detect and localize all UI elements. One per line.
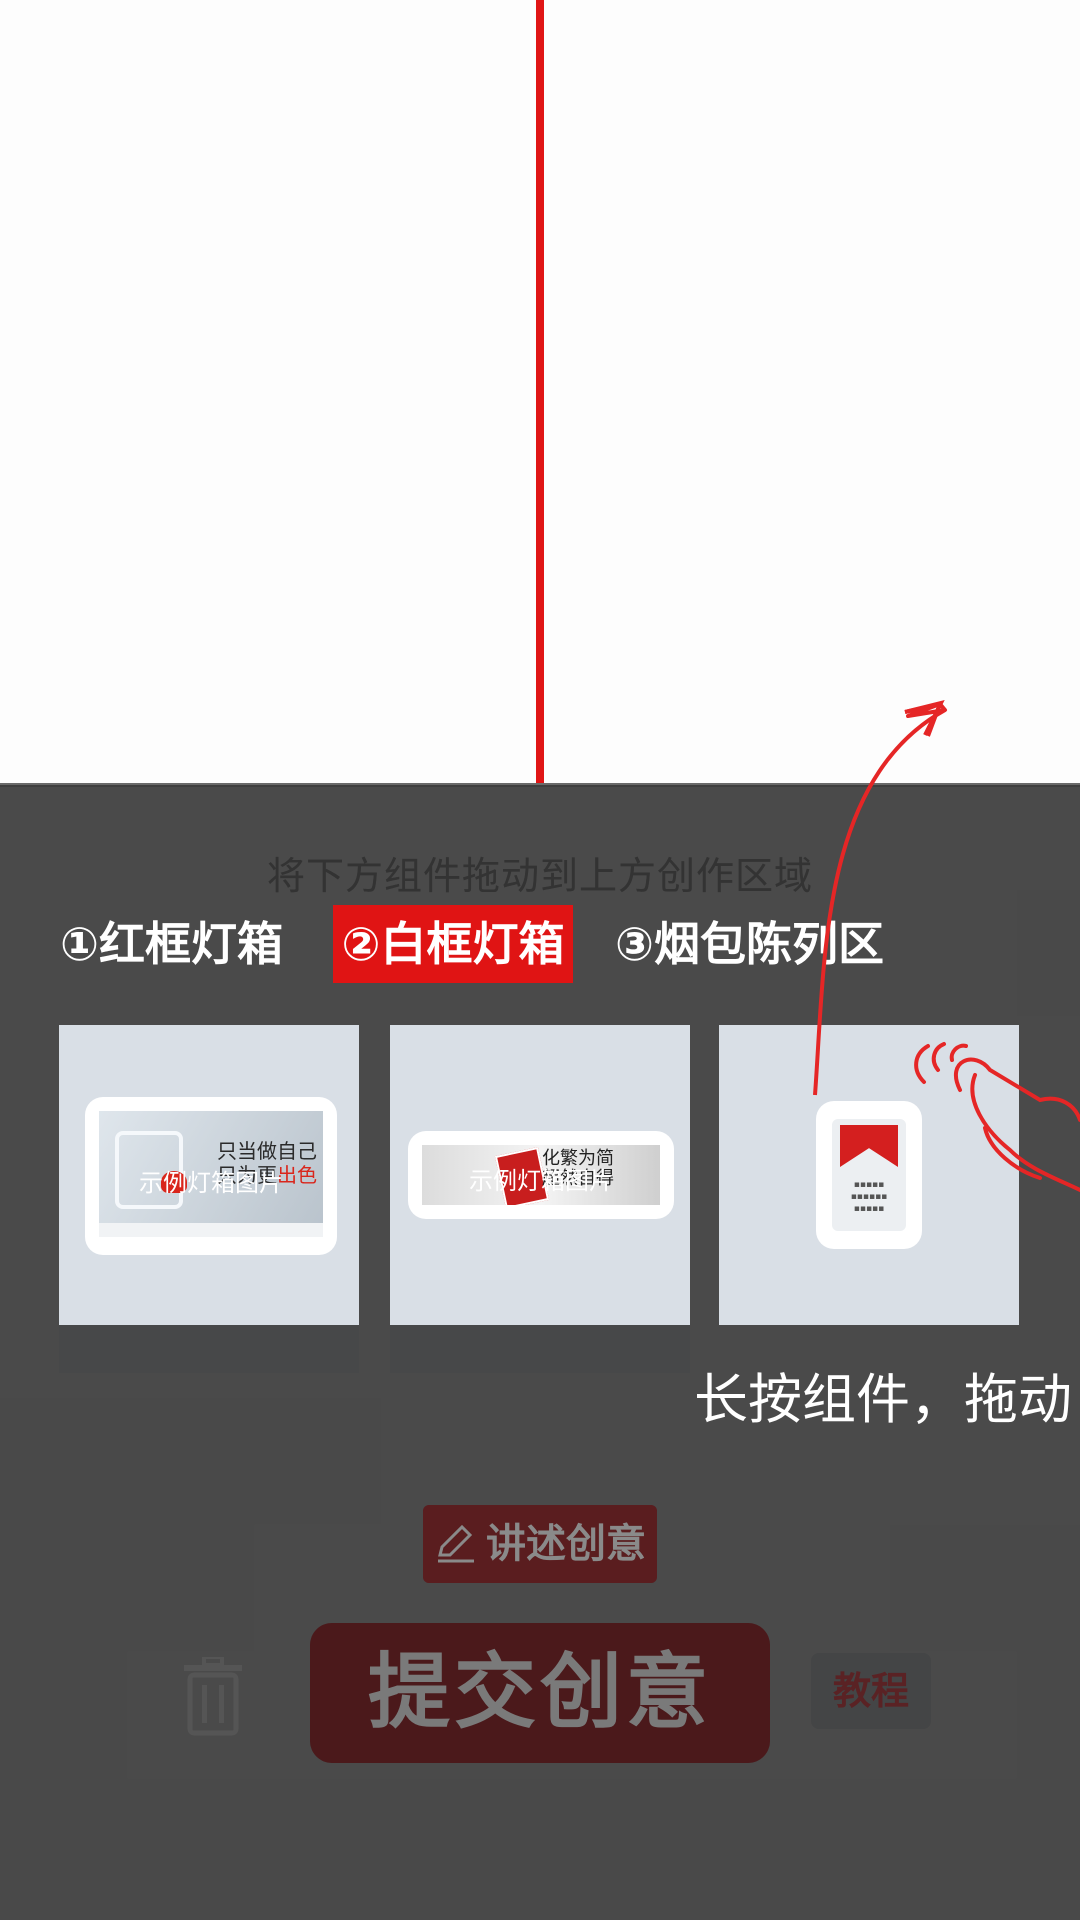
sample-caption: 示例灯箱图片 [469, 1167, 613, 1195]
long-press-drag-hint: 长按组件，拖动 [694, 1368, 1072, 1431]
canvas-center-line [536, 0, 544, 785]
drag-hint-dimmed: 将下方组件拖动到上方创作区域 [266, 854, 813, 898]
submit-idea-button-dimmed: 提交创意 [310, 1623, 770, 1763]
pack-thumbnail: ▪▪▪▪▪ ▪▪▪▪▪▪ ▪▪▪▪▪ [816, 1101, 922, 1249]
trash-icon-dimmed [184, 1657, 242, 1736]
sample-caption: 示例灯箱图片 [139, 1169, 283, 1197]
card-slot: 化繁为简 超然自得 示例灯箱图片 [390, 1025, 690, 1373]
lightbox-thumbnail: 化繁为简 超然自得 示例灯箱图片 [408, 1131, 674, 1219]
lightbox-image: 只当做自己 只为更出色 示例灯箱图片 [99, 1111, 323, 1237]
component-card-pack[interactable]: ▪▪▪▪▪ ▪▪▪▪▪▪ ▪▪▪▪▪ [719, 1025, 1019, 1325]
card-slot: ▪▪▪▪▪ ▪▪▪▪▪▪ ▪▪▪▪▪ [719, 1025, 1019, 1373]
component-card-red-frame[interactable]: 只当做自己 只为更出色 示例灯箱图片 [59, 1025, 359, 1325]
guide-overlay[interactable]: 将下方组件拖动到上方创作区域 ①红框灯箱 ②白框灯箱 ③烟包陈列区 只当做自己只… [0, 785, 1080, 1920]
tell-idea-button-dimmed: 讲述创意 [423, 1505, 657, 1583]
category-tabs: ①红框灯箱 ②白框灯箱 ③烟包陈列区 [0, 905, 1080, 985]
card-slot: 只当做自己 只为更出色 示例灯箱图片 [59, 1025, 359, 1373]
creation-canvas[interactable] [0, 0, 1080, 785]
tab-pack-display-area[interactable]: ③烟包陈列区 [615, 905, 884, 983]
tutorial-button-dimmed: 教程 [811, 1653, 931, 1729]
tab-red-frame-lightbox[interactable]: ①红框灯箱 [60, 905, 283, 983]
tab-white-frame-lightbox[interactable]: ②白框灯箱 [333, 905, 573, 983]
pack-image: ▪▪▪▪▪ ▪▪▪▪▪▪ ▪▪▪▪▪ [832, 1119, 906, 1231]
lightbox-image: 化繁为简 超然自得 示例灯箱图片 [422, 1145, 660, 1205]
component-card-white-frame[interactable]: 化繁为简 超然自得 示例灯箱图片 [390, 1025, 690, 1325]
pencil-icon [438, 1524, 474, 1563]
lightbox-thumbnail: 只当做自己 只为更出色 示例灯箱图片 [85, 1097, 337, 1255]
